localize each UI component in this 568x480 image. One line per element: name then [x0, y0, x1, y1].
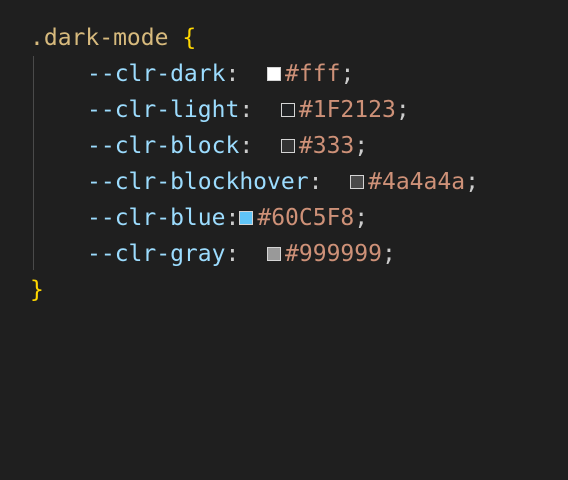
css-value: #fff [285, 61, 341, 87]
colon: : [225, 61, 254, 87]
color-swatch-icon[interactable] [350, 175, 365, 189]
semicolon: ; [465, 169, 479, 195]
code-line-declaration: --clr-light: #1F2123; [87, 92, 410, 128]
css-property: --clr-gray [87, 241, 226, 267]
css-value: #1F2123 [298, 97, 396, 123]
open-brace: { [182, 25, 197, 51]
color-swatch-icon[interactable] [280, 103, 295, 117]
code-line-declaration: --clr-gray: #999999; [87, 236, 396, 272]
code-line-declaration: --clr-blockhover: #4a4a4a; [87, 164, 479, 200]
css-value: #999999 [285, 241, 382, 267]
css-property: --clr-dark [87, 61, 226, 87]
color-swatch-icon[interactable] [267, 67, 282, 81]
css-value: #60C5F8 [257, 205, 355, 231]
code-line-close: } [30, 272, 44, 308]
semicolon: ; [381, 241, 396, 267]
close-brace: } [30, 277, 44, 303]
code-editor[interactable]: .dark-mode { --clr-dark: #fff; --clr-lig… [0, 0, 568, 480]
code-line-declaration: --clr-blue: #60C5F8; [87, 200, 368, 236]
css-property: --clr-blockhover [87, 169, 309, 195]
css-property: --clr-blue [87, 205, 226, 231]
color-swatch-icon[interactable] [280, 139, 295, 153]
code-line-declaration: --clr-block: #333; [87, 128, 368, 164]
colon: : [239, 133, 268, 159]
color-swatch-icon[interactable] [239, 211, 254, 225]
css-property: --clr-light [87, 97, 240, 123]
indent-guide [33, 56, 34, 270]
code-line-declaration: --clr-dark: #fff; [87, 56, 354, 92]
semicolon: ; [354, 133, 369, 159]
code-line-selector: .dark-mode { [30, 20, 196, 56]
color-swatch-icon[interactable] [267, 247, 282, 261]
colon: : [225, 205, 240, 231]
css-selector: .dark-mode [30, 25, 169, 51]
colon: : [308, 169, 337, 195]
css-property: --clr-block [87, 133, 240, 159]
colon: : [225, 241, 254, 267]
semicolon: ; [340, 61, 355, 87]
colon: : [239, 97, 268, 123]
css-value: #333 [298, 133, 355, 159]
css-value: #4a4a4a [368, 169, 466, 195]
semicolon: ; [354, 205, 369, 231]
semicolon: ; [395, 97, 410, 123]
